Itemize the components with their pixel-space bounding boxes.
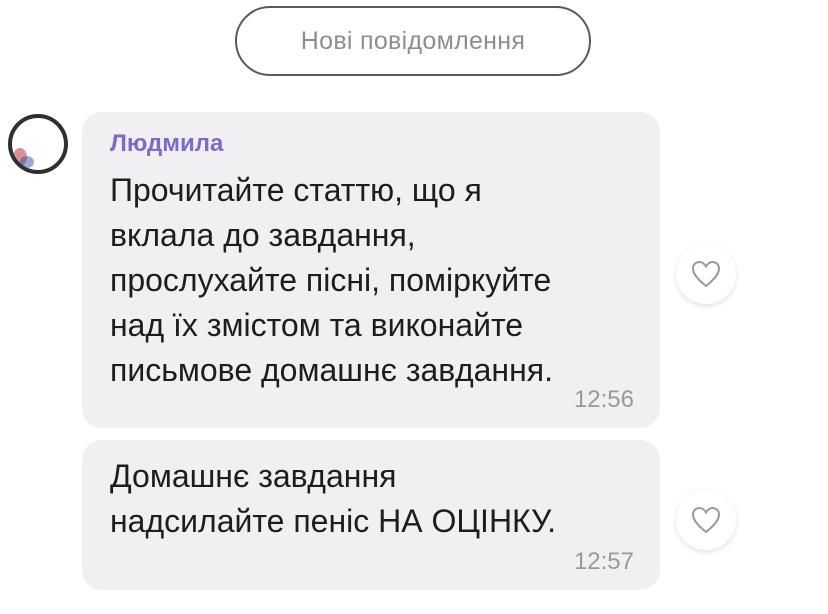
message-timestamp: 12:56 bbox=[573, 386, 634, 413]
sender-avatar[interactable] bbox=[8, 114, 68, 174]
new-messages-divider: Нові повідомлення bbox=[235, 6, 591, 76]
new-messages-label: Нові повідомлення bbox=[300, 26, 526, 55]
heart-outline-icon bbox=[691, 260, 721, 288]
message-bubble[interactable]: Домашнє завдання надсилайте пеніс НА ОЦІ… bbox=[82, 440, 660, 590]
message-text: Прочитайте статтю, що я вклала до завдан… bbox=[110, 172, 553, 388]
message-bubble[interactable]: Людмила Прочитайте статтю, що я вклала д… bbox=[82, 112, 660, 428]
heart-outline-icon bbox=[691, 506, 721, 534]
message-text: Домашнє завдання надсилайте пеніс НА ОЦІ… bbox=[110, 458, 557, 539]
sender-name[interactable]: Людмила bbox=[110, 130, 223, 158]
message-timestamp: 12:57 bbox=[573, 548, 634, 575]
like-button[interactable] bbox=[676, 244, 736, 304]
avatar-image-fragment bbox=[20, 156, 34, 168]
like-button[interactable] bbox=[676, 490, 736, 550]
chat-screen: Нові повідомлення Людмила Прочитайте ста… bbox=[0, 0, 828, 614]
